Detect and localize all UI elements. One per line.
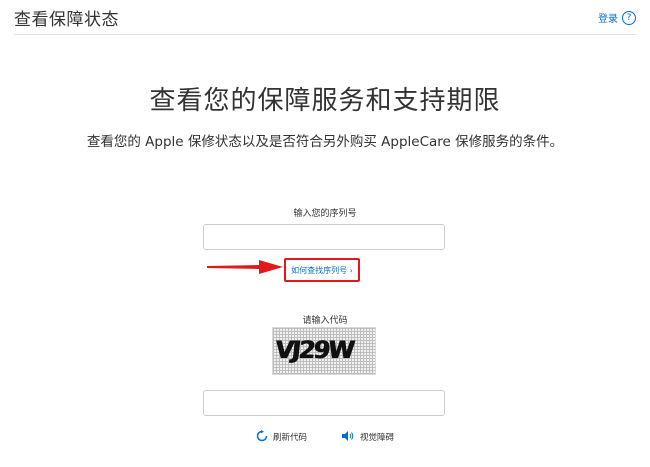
find-serial-highlight: 如何查找序列号 › <box>284 258 360 282</box>
captcha-image: VJ29W <box>272 327 376 375</box>
refresh-code-button[interactable]: 刷新代码 <box>256 427 307 446</box>
captcha-input[interactable] <box>203 390 445 416</box>
speaker-icon <box>341 427 355 446</box>
captcha-actions: 刷新代码 视觉障碍 <box>0 427 650 446</box>
refresh-icon <box>256 427 268 446</box>
login-link[interactable]: 登录 <box>598 10 618 25</box>
page-title: 查看保障状态 <box>14 10 119 30</box>
captcha-label: 请输入代码 <box>302 316 348 326</box>
refresh-code-label: 刷新代码 <box>272 432 307 443</box>
find-serial-link[interactable]: 如何查找序列号 › <box>286 265 358 276</box>
main-heading: 查看您的保障服务和支持期限 <box>149 86 501 116</box>
audio-captcha-label: 视觉障碍 <box>360 432 395 443</box>
captcha-image-text: VJ29W <box>273 336 354 364</box>
serial-input[interactable] <box>203 224 445 250</box>
serial-label: 输入您的序列号 <box>293 209 357 219</box>
header-actions: 登录 ? <box>598 10 636 25</box>
audio-captcha-button[interactable]: 视觉障碍 <box>341 427 394 446</box>
help-icon[interactable]: ? <box>622 10 636 25</box>
red-arrow-icon <box>205 257 285 281</box>
description-text: 查看您的 Apple 保修状态以及是否符合另外购买 AppleCare 保修服务… <box>86 134 564 150</box>
page-header: 查看保障状态 登录 ? <box>14 0 636 35</box>
